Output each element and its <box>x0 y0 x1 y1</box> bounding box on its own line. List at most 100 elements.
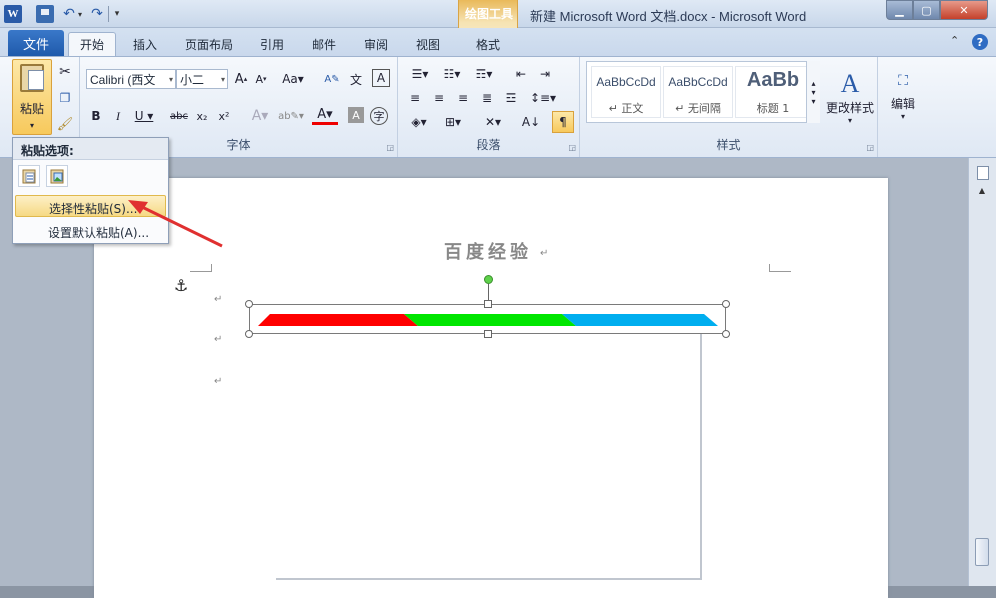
resize-handle-top-right[interactable] <box>722 300 730 308</box>
resize-handle-bottom-left[interactable] <box>245 330 253 338</box>
editing-button[interactable]: ⛶ 编辑 ▾ <box>884 61 922 133</box>
strikethrough-icon[interactable]: abc <box>168 107 190 125</box>
align-left-icon[interactable]: ≡ <box>406 89 424 107</box>
vertical-scrollbar[interactable]: ▲ <box>968 158 996 586</box>
paste-options-menu: 粘贴选项: 选择性粘贴(S)... 设置默认粘贴(A)... <box>12 137 169 244</box>
scroll-thumb[interactable] <box>975 538 989 566</box>
font-name-combo[interactable]: Calibri (西文 ▾ <box>86 69 176 89</box>
font-color-icon[interactable]: A▾ <box>312 107 338 125</box>
style-sample: AaBbCcDd <box>668 75 728 89</box>
tab-file[interactable]: 文件 <box>8 30 64 56</box>
word-logo-icon[interactable]: W <box>4 5 22 23</box>
change-case-icon[interactable]: Aa▾ <box>280 69 306 89</box>
scroll-up-icon[interactable]: ▲ <box>974 186 990 195</box>
justify-icon[interactable]: ≣ <box>478 89 496 107</box>
binoculars-icon: ⛶ <box>898 73 908 89</box>
dialog-launcher-icon[interactable]: ◲ <box>386 143 394 152</box>
styles-gallery[interactable]: AaBbCcDd ↵ 正文 AaBbCcDd ↵ 无间隔 AaBb 标题 1 <box>586 61 814 123</box>
tab-references[interactable]: 引用 <box>250 32 294 56</box>
enclose-characters-icon[interactable]: 字 <box>370 107 388 125</box>
change-styles-label: 更改样式 <box>825 101 874 115</box>
chinese-layout-icon[interactable]: ✕▾ <box>480 113 506 131</box>
rotation-handle[interactable] <box>484 275 493 284</box>
tab-insert[interactable]: 插入 <box>122 32 168 56</box>
collapse-ribbon-icon[interactable]: ⌃ <box>950 34 959 47</box>
document-heading[interactable]: 百度经验 <box>444 238 532 264</box>
distributed-icon[interactable]: ☲ <box>502 89 520 107</box>
style-normal[interactable]: AaBbCcDd ↵ 正文 <box>591 66 661 118</box>
paste-button[interactable]: 粘贴 ▾ <box>12 59 52 135</box>
resize-handle-top[interactable] <box>484 300 492 308</box>
style-heading-1[interactable]: AaBb 标题 1 <box>735 66 811 118</box>
format-painter-icon[interactable]: 🖌 <box>56 115 74 133</box>
dialog-launcher-icon[interactable]: ◲ <box>866 143 874 152</box>
customize-qat-icon[interactable]: ▾ <box>112 5 122 23</box>
phonetic-guide-icon[interactable]: 文 <box>346 69 366 89</box>
increase-indent-icon[interactable]: ⇥ <box>536 65 554 83</box>
style-no-spacing[interactable]: AaBbCcDd ↵ 无间隔 <box>663 66 733 118</box>
minimize-button[interactable]: ▁ <box>886 0 913 20</box>
tab-format[interactable]: 格式 <box>464 32 512 56</box>
align-right-icon[interactable]: ≡ <box>454 89 472 107</box>
tab-mailings[interactable]: 邮件 <box>302 32 346 56</box>
decrease-indent-icon[interactable]: ⇤ <box>512 65 530 83</box>
paste-picture-icon[interactable] <box>46 165 68 187</box>
character-border-icon[interactable]: A <box>372 69 390 87</box>
multilevel-list-icon[interactable]: ☶▾ <box>470 65 498 83</box>
bold-icon[interactable]: B <box>88 107 104 125</box>
dialog-launcher-icon[interactable]: ◲ <box>568 143 576 152</box>
borders-icon[interactable]: ⊞▾ <box>440 113 466 131</box>
grow-font-icon[interactable]: A ▴ <box>232 69 250 89</box>
paste-label: 粘贴 <box>19 102 44 116</box>
paste-special-item[interactable]: 选择性粘贴(S)... <box>15 195 166 217</box>
tab-page-layout[interactable]: 页面布局 <box>176 32 242 56</box>
style-name: 标题 1 <box>756 102 790 115</box>
cut-icon[interactable]: ✂ <box>56 63 74 81</box>
character-shading-icon[interactable]: A <box>348 107 364 123</box>
chevron-down-icon[interactable]: ▾ <box>169 75 173 84</box>
line-spacing-icon[interactable]: ↕≡▾ <box>530 89 556 107</box>
resize-handle-bottom-right[interactable] <box>722 330 730 338</box>
rotation-line <box>488 284 489 300</box>
tab-home[interactable]: 开始 <box>68 32 116 56</box>
align-center-icon[interactable]: ≡ <box>430 89 448 107</box>
change-styles-icon: A <box>840 69 860 98</box>
styles-scroll-buttons[interactable]: ▴ ▾ ▾ <box>806 61 820 123</box>
shading-icon[interactable]: ◈▾ <box>406 113 432 131</box>
save-icon[interactable] <box>36 5 54 23</box>
paragraph-mark: ↵ <box>540 248 549 259</box>
set-default-paste-item[interactable]: 设置默认粘贴(A)... <box>15 220 166 242</box>
styles-group-label: 样式 <box>716 138 741 152</box>
close-button[interactable]: ✕ <box>940 0 988 20</box>
numbering-icon[interactable]: ☷▾ <box>438 65 466 83</box>
change-styles-button[interactable]: A 更改样式 ▾ <box>824 61 876 133</box>
paste-keep-source-icon[interactable] <box>18 165 40 187</box>
tab-view[interactable]: 视图 <box>406 32 450 56</box>
tab-review[interactable]: 审阅 <box>354 32 398 56</box>
redo-icon[interactable]: ↷ <box>88 5 106 23</box>
superscript-icon[interactable]: x² <box>216 107 232 125</box>
maximize-button[interactable]: ▢ <box>913 0 940 20</box>
bullets-icon[interactable]: ☰▾ <box>406 65 434 83</box>
italic-icon[interactable]: I <box>110 107 126 125</box>
chevron-down-icon[interactable]: ▾ <box>221 75 225 84</box>
pasted-canvas-frame[interactable] <box>276 334 702 580</box>
text-effects-icon[interactable]: A▾ <box>248 107 272 125</box>
resize-handle-top-left[interactable] <box>245 300 253 308</box>
font-size-combo[interactable]: 小二 ▾ <box>176 69 228 89</box>
sort-icon[interactable]: A↓ <box>522 113 540 131</box>
shrink-font-icon[interactable]: A ▾ <box>252 69 270 89</box>
font-name-value: Calibri (西文 <box>90 72 156 87</box>
style-name: ↵ 无间隔 <box>675 102 721 115</box>
highlight-color-icon[interactable]: ab✎▾ <box>278 107 304 125</box>
clear-formatting-icon[interactable]: A✎ <box>322 69 342 89</box>
ruler-toggle-icon[interactable] <box>977 166 989 180</box>
copy-icon[interactable]: ❐ <box>56 89 74 107</box>
underline-icon[interactable]: U ▾ <box>132 107 156 125</box>
show-paragraph-marks-icon[interactable]: ¶ <box>552 111 574 133</box>
help-icon[interactable]: ? <box>972 34 988 50</box>
subscript-icon[interactable]: x₂ <box>194 107 210 125</box>
chevron-down-icon: ▾ <box>29 121 34 130</box>
resize-handle-bottom[interactable] <box>484 330 492 338</box>
undo-dropdown-icon[interactable]: ▾ <box>76 5 84 23</box>
